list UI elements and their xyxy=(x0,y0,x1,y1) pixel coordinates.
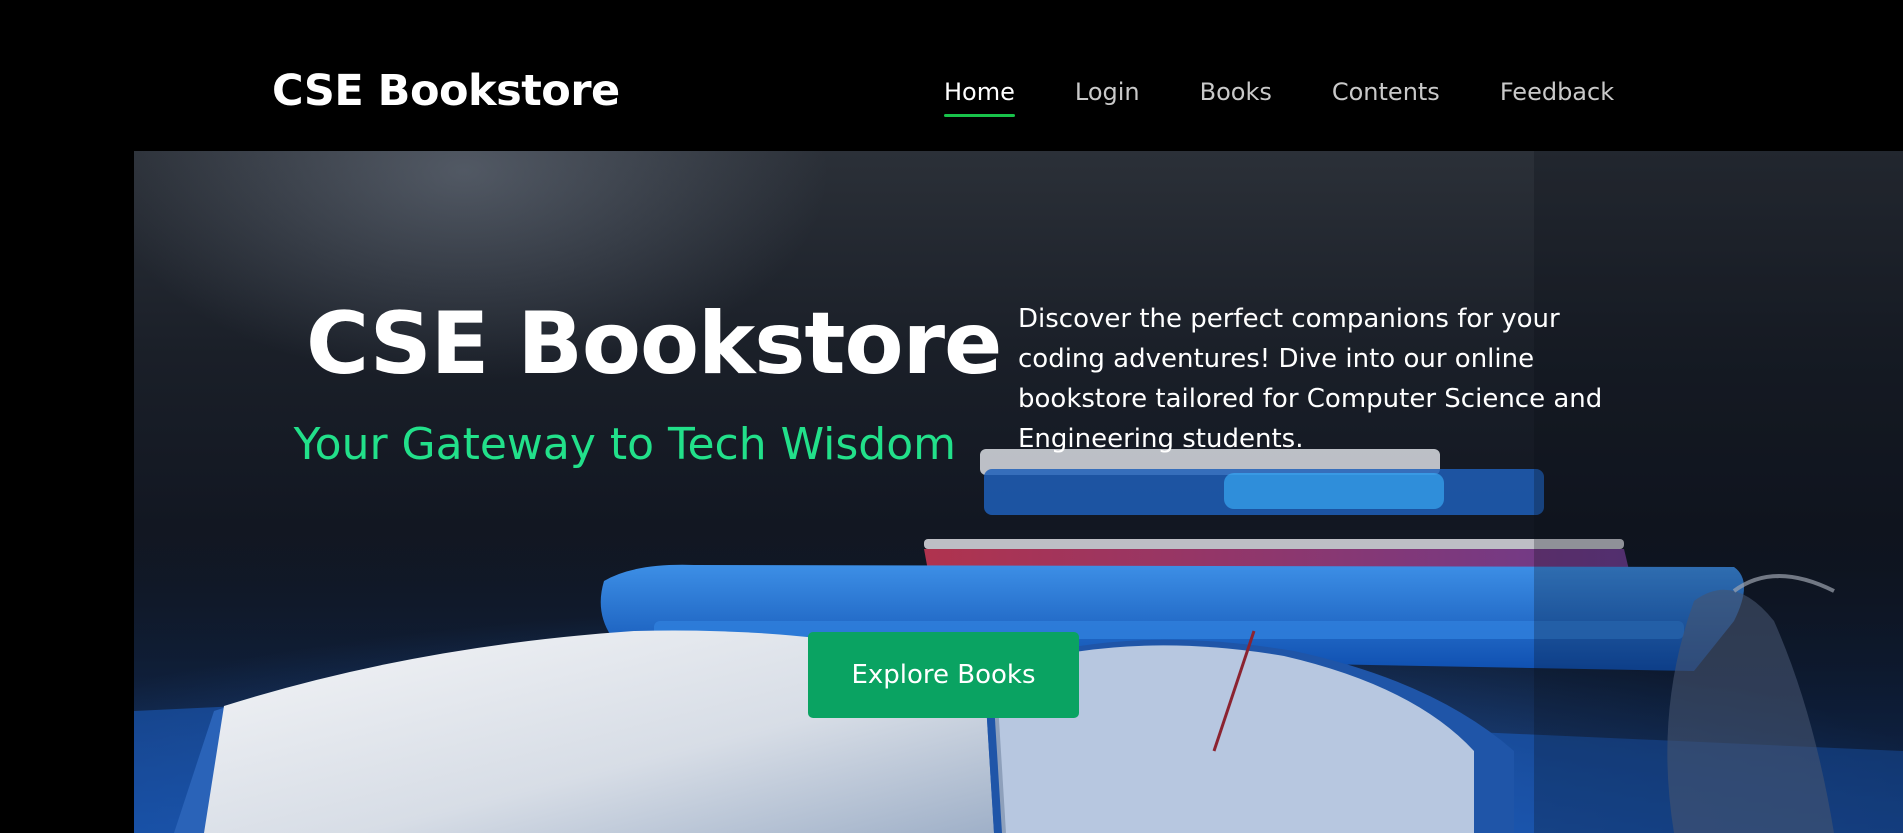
hero-title: CSE Bookstore xyxy=(306,294,1002,394)
explore-books-button[interactable]: Explore Books xyxy=(808,632,1079,718)
site-header: CSE Bookstore Home Login Books Contents … xyxy=(0,0,1903,151)
nav-login-link[interactable]: Login xyxy=(1075,78,1140,112)
nav-books-link[interactable]: Books xyxy=(1200,78,1272,112)
hero-subtitle: Your Gateway to Tech Wisdom xyxy=(293,419,956,470)
hero-description: Discover the perfect companions for your… xyxy=(1018,304,1603,454)
hero-background-image xyxy=(134,151,1903,833)
hero-section: CSE Bookstore Your Gateway to Tech Wisdo… xyxy=(134,151,1903,833)
page: CSE Bookstore Home Login Books Contents … xyxy=(0,0,1903,833)
nav-feedback-link[interactable]: Feedback xyxy=(1500,78,1614,112)
nav-home-link[interactable]: Home xyxy=(944,78,1015,117)
main-nav: Home Login Books Contents Feedback xyxy=(944,78,1614,117)
site-logo[interactable]: CSE Bookstore xyxy=(272,66,620,116)
nav-contents-link[interactable]: Contents xyxy=(1332,78,1440,112)
